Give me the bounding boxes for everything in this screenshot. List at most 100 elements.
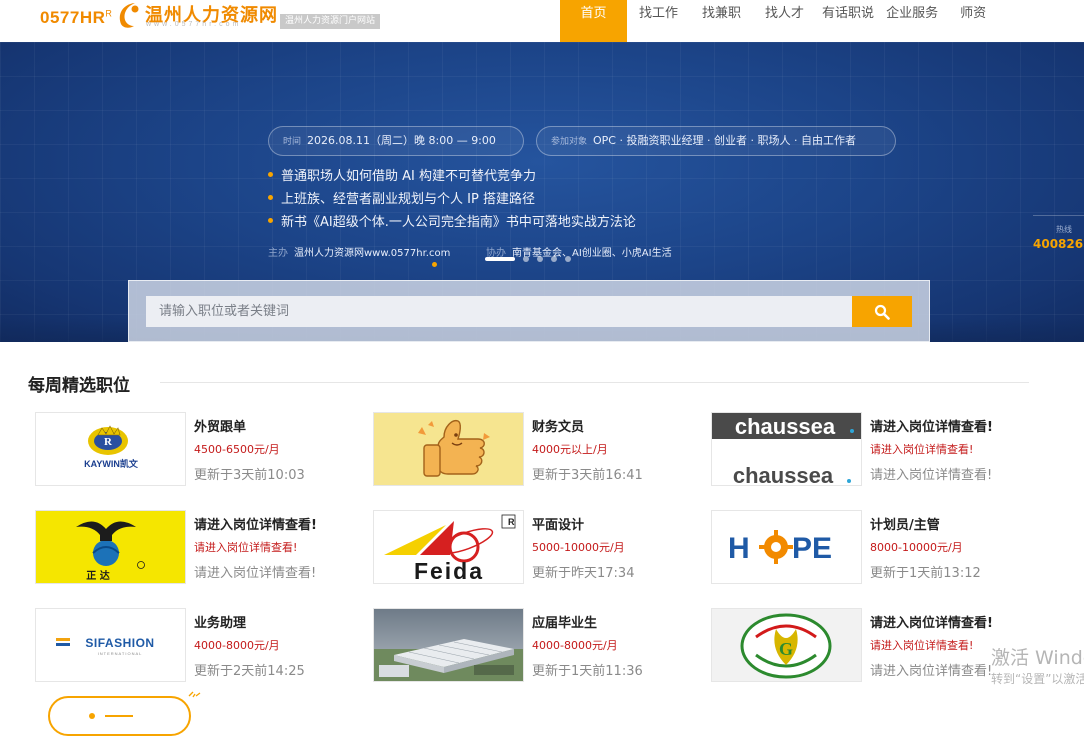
company-logo-thumbs-up[interactable]	[373, 412, 524, 486]
zhengda-logo-icon: 正 达	[36, 511, 185, 583]
job-card[interactable]: R Feida 平面设计 5000-10000元/月 更新于昨天17:34	[373, 510, 693, 586]
floating-consult-button[interactable]	[48, 696, 191, 736]
carousel-dot-5[interactable]	[565, 256, 571, 262]
float-line-icon	[105, 715, 133, 717]
carousel-indicators	[485, 256, 579, 262]
event-topic-text: 上班族、经营者副业规划与个人 IP 搭建路径	[281, 192, 535, 207]
nav-enterprise-service[interactable]: 企业服务	[880, 0, 950, 42]
sifashion-logo-icon: SIFASHION INTERNATIONAL	[56, 636, 154, 656]
company-logo-hope[interactable]: H PE	[711, 510, 862, 584]
job-updated: 更新于昨天17:34	[532, 566, 635, 581]
event-time-pill: 时间 2026.08.11（周二）晚 8:00 — 9:00	[268, 126, 524, 156]
chaussea-logo-icon: chaussea chaussea	[712, 413, 861, 485]
event-topics: 普通职场人如何借助 AI 构建不可替代竞争力 上班族、经营者副业规划与个人 IP…	[268, 165, 636, 234]
job-title[interactable]: 业务助理	[194, 612, 246, 631]
feida-logo-text: Feida	[414, 558, 484, 584]
nav-home[interactable]: 首页	[560, 0, 627, 42]
carousel-dot-3[interactable]	[537, 256, 543, 262]
job-card[interactable]: H PE 计划员/主管 8000-10000元/月 更新于1天前13:12	[711, 510, 1031, 586]
nav-part-time[interactable]: 找兼职	[690, 0, 753, 42]
nav-find-job[interactable]: 找工作	[627, 0, 690, 42]
organizer-label: 主办	[268, 248, 288, 259]
thumbs-up-icon	[374, 413, 523, 485]
job-updated: 更新于1天前13:12	[870, 566, 981, 581]
svg-text:R: R	[508, 517, 515, 527]
job-title[interactable]: 财务文员	[532, 416, 584, 435]
sifashion-logo-sub: INTERNATIONAL	[98, 651, 143, 656]
svg-text:G: G	[779, 639, 793, 659]
company-logo-kaywin[interactable]: R KAYWIN凯文	[35, 412, 186, 486]
company-logo-chaussea[interactable]: chaussea chaussea	[711, 412, 862, 486]
carousel-dot-4[interactable]	[551, 256, 557, 262]
site-header: 0577HRR 温州人力资源网 www.0577hr.com 温州人力资源门户网…	[0, 0, 1084, 42]
event-topic-text: 普通职场人如何借助 AI 构建不可替代竞争力	[281, 169, 536, 184]
event-time-value: 2026.08.11（周二）晚 8:00 — 9:00	[307, 134, 496, 147]
job-salary: 请进入岗位详情查看!	[870, 443, 974, 456]
section-title: 每周精选职位	[28, 376, 130, 396]
carousel-dot-1[interactable]	[485, 257, 515, 261]
job-card[interactable]: chaussea chaussea 请进入岗位详情查看! 请进入岗位详情查看! …	[711, 412, 1031, 488]
job-title[interactable]: 请进入岗位详情查看!	[870, 416, 993, 435]
job-card[interactable]: G 请进入岗位详情查看! 请进入岗位详情查看! 请进入岗位详情查看!	[711, 608, 1031, 684]
job-updated: 请进入岗位详情查看!	[870, 468, 993, 483]
job-card[interactable]: 正 达 请进入岗位详情查看! 请进入岗位详情查看! 请进入岗位详情查看!	[35, 510, 355, 586]
organizer-value: 温州人力资源网www.0577hr.com	[294, 248, 451, 259]
hope-logo-text-pe: PE	[792, 532, 832, 565]
nav-teachers[interactable]: 师资	[950, 0, 996, 42]
job-card[interactable]: 应届毕业生 4000-8000元/月 更新于1天前11:36	[373, 608, 693, 684]
job-salary: 4500-6500元/月	[194, 443, 280, 456]
windows-activation-watermark: 激活 Windows	[991, 647, 1084, 669]
event-topic: 上班族、经营者副业规划与个人 IP 搭建路径	[268, 188, 636, 211]
hope-logo-text-h: H	[728, 532, 750, 565]
section-divider	[160, 382, 1029, 383]
hope-logo-icon: H PE	[728, 530, 832, 565]
search-icon	[874, 304, 890, 320]
logo-swoosh-icon	[119, 3, 139, 28]
zhengda-logo-text: 正 达	[86, 569, 109, 582]
job-salary: 4000元以上/月	[532, 443, 608, 456]
event-audience-label: 参加对象	[551, 137, 588, 147]
job-card[interactable]: R KAYWIN凯文 外贸跟单 4500-6500元/月 更新于3天前10:03	[35, 412, 355, 488]
job-updated: 更新于1天前11:36	[532, 664, 643, 679]
company-logo-feida[interactable]: R Feida	[373, 510, 524, 584]
company-logo-sifashion[interactable]: SIFASHION INTERNATIONAL	[35, 608, 186, 682]
logo-reg-mark: R	[105, 8, 113, 19]
job-salary: 4000-8000元/月	[194, 639, 280, 652]
sifashion-logo-text: SIFASHION	[85, 636, 154, 650]
carousel-dot-2[interactable]	[523, 256, 529, 262]
job-card[interactable]: SIFASHION INTERNATIONAL 业务助理 4000-8000元/…	[35, 608, 355, 684]
search-panel	[128, 280, 930, 342]
job-title[interactable]: 应届毕业生	[532, 612, 597, 631]
event-audience-pill: 参加对象 OPC · 投融资职业经理 · 创业者 · 职场人 · 自由工作者	[536, 126, 896, 156]
factory-photo-icon	[374, 609, 523, 681]
job-title[interactable]: 计划员/主管	[870, 514, 940, 533]
logo-0577hr[interactable]: 0577HRR	[40, 8, 112, 28]
company-logo-green-circle[interactable]: G	[711, 608, 862, 682]
decor-dot-icon	[432, 262, 437, 267]
job-title[interactable]: 外贸跟单	[194, 416, 246, 435]
company-logo-zhengda[interactable]: 正 达	[35, 510, 186, 584]
search-button[interactable]	[852, 296, 912, 327]
bullet-dot-icon	[268, 195, 273, 200]
nav-career-talk[interactable]: 有话职说	[816, 0, 880, 42]
kaywin-logo-icon: R KAYWIN凯文	[84, 425, 139, 469]
job-title[interactable]: 请进入岗位详情查看!	[194, 514, 317, 533]
sparkle-icon	[188, 691, 201, 698]
job-salary: 5000-10000元/月	[532, 541, 625, 554]
job-updated: 更新于2天前14:25	[194, 664, 305, 679]
nav-find-talent[interactable]: 找人才	[753, 0, 816, 42]
event-topic: 普通职场人如何借助 AI 构建不可替代竞争力	[268, 165, 636, 188]
company-logo-factory-photo[interactable]	[373, 608, 524, 682]
svg-text:R: R	[104, 436, 113, 448]
job-card[interactable]: 财务文员 4000元以上/月 更新于3天前16:41	[373, 412, 693, 488]
float-dot-icon	[89, 713, 95, 719]
job-salary: 8000-10000元/月	[870, 541, 963, 554]
job-title[interactable]: 平面设计	[532, 514, 584, 533]
hotline-label: 热线	[1056, 225, 1072, 234]
job-updated: 更新于3天前10:03	[194, 468, 305, 483]
search-input[interactable]	[146, 296, 852, 327]
job-title[interactable]: 请进入岗位详情查看!	[870, 612, 993, 631]
event-topic: 新书《AI超级个体.一人公司完全指南》书中可落地实战方法论	[268, 211, 636, 234]
feida-logo-icon: R Feida	[384, 514, 516, 584]
windows-activation-subtext: 转到“设置”以激活	[991, 672, 1084, 686]
